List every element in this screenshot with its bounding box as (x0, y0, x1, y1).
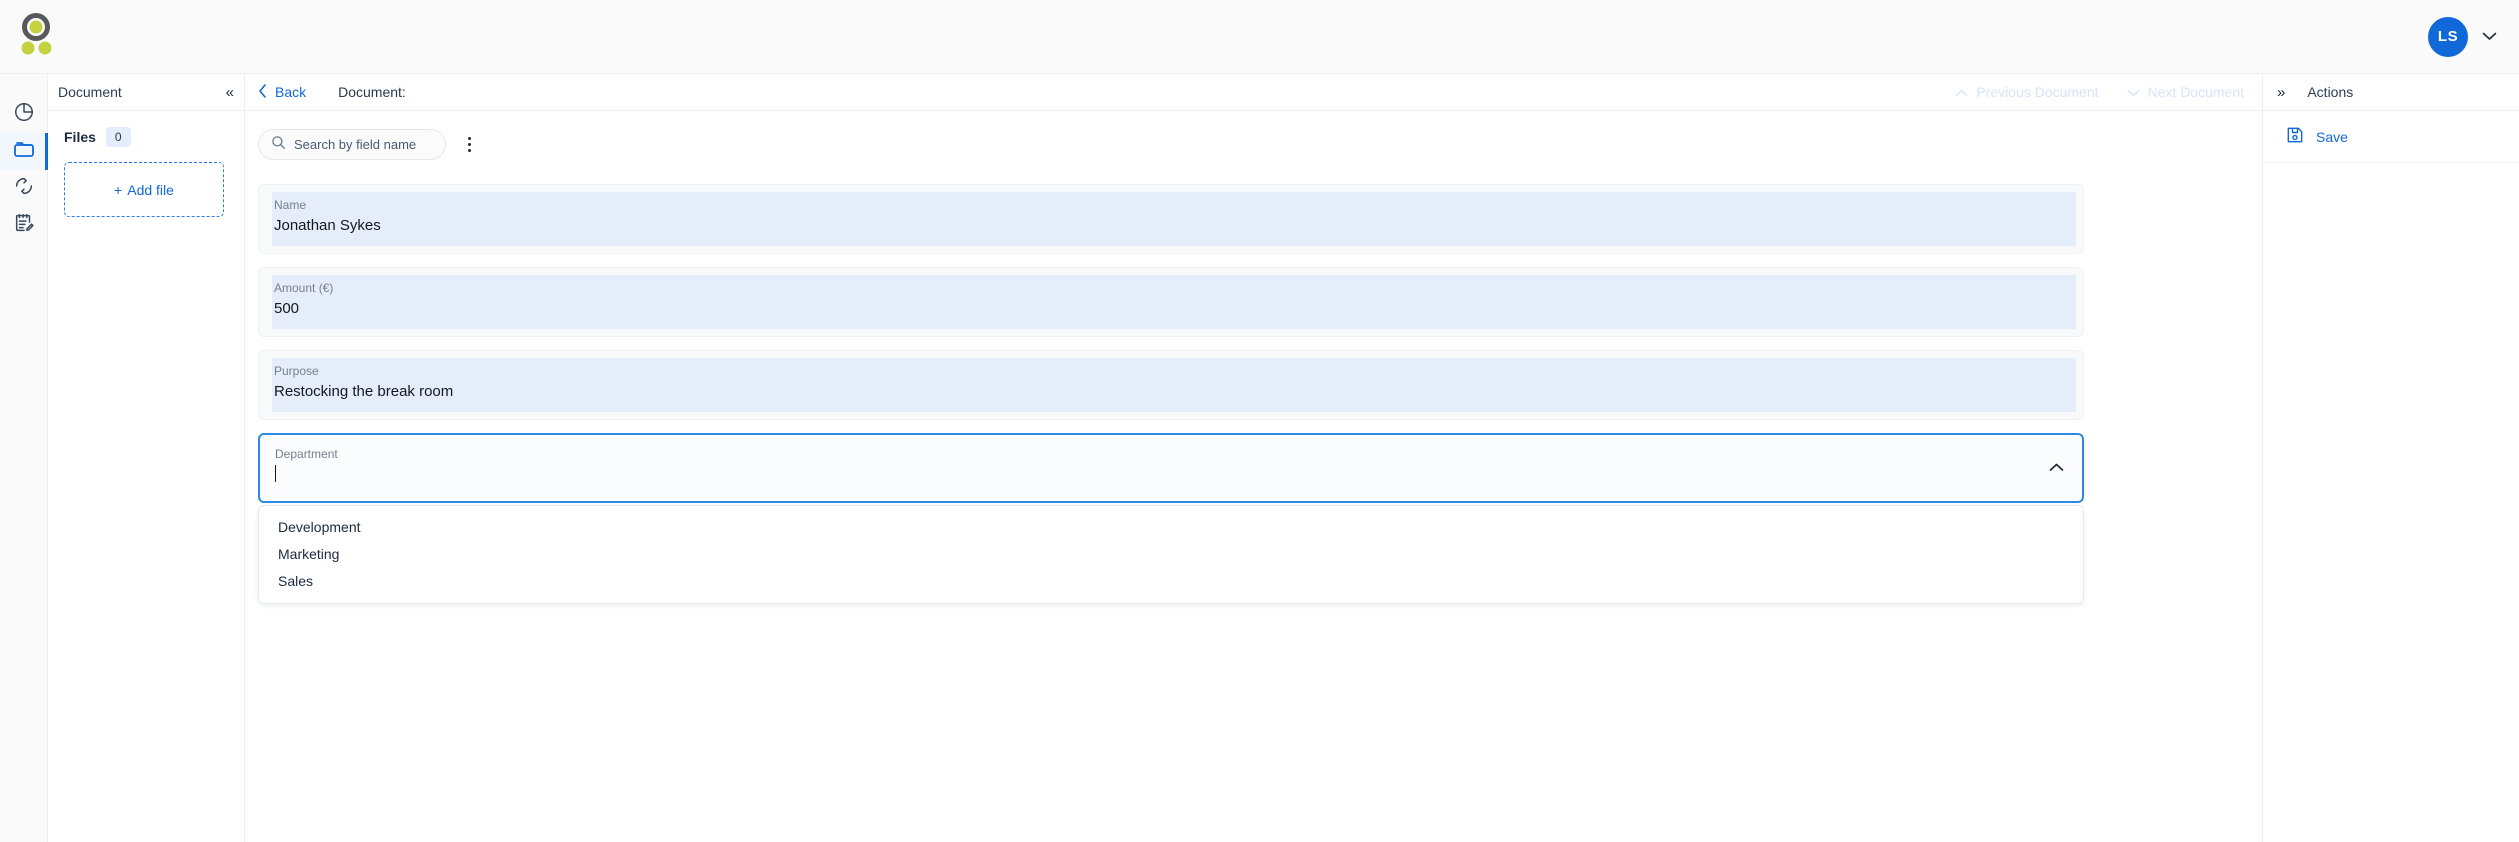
back-button[interactable]: Back (258, 83, 307, 101)
field-toolbar: Search by field name (245, 111, 2262, 160)
dropdown-option-development[interactable]: Development (259, 513, 2083, 540)
actions-panel-title: Actions (2307, 84, 2354, 100)
pie-chart-icon (13, 101, 35, 128)
plus-icon: + (114, 181, 123, 198)
next-document-label: Next Document (2147, 84, 2244, 100)
collapse-panel-icon[interactable]: « (226, 85, 234, 100)
floppy-disk-icon (2285, 125, 2305, 148)
next-document-button[interactable]: Next Document (2126, 84, 2244, 100)
save-button[interactable]: Save (2263, 111, 2519, 163)
field-name[interactable]: Name Jonathan Sykes (258, 184, 2084, 254)
expand-panel-icon[interactable]: » (2277, 85, 2285, 100)
sidebar-item-sync[interactable] (0, 170, 48, 207)
save-label: Save (2316, 128, 2348, 145)
field-value: 500 (274, 300, 300, 317)
field-label: Name (274, 198, 307, 212)
field-highlight: Amount (€) 500 (272, 275, 2076, 329)
icon-rail (0, 74, 48, 842)
dropdown-option-sales[interactable]: Sales (259, 567, 2083, 594)
document-panel-header: Document « (48, 74, 244, 111)
add-file-button[interactable]: + Add file (64, 162, 224, 217)
document-navigation: Previous Document Next Document (1955, 84, 2244, 100)
field-value: Jonathan Sykes (274, 217, 381, 234)
sidebar-item-documents[interactable] (0, 133, 48, 170)
document-panel-title: Document (58, 84, 122, 100)
department-dropdown[interactable]: Development Marketing Sales (258, 505, 2084, 604)
field-highlight: Department (273, 441, 2076, 495)
chevron-down-icon (2126, 84, 2140, 100)
sidebar-item-notes[interactable] (0, 207, 48, 244)
back-label: Back (275, 84, 307, 100)
previous-document-label: Previous Document (1976, 84, 2099, 100)
previous-document-button[interactable]: Previous Document (1955, 84, 2099, 100)
field-highlight: Name Jonathan Sykes (272, 192, 2076, 246)
chevron-down-icon[interactable] (2482, 29, 2497, 44)
search-icon (271, 135, 286, 155)
actions-panel-header: » Actions (2263, 74, 2519, 111)
document-panel: Document « Files 0 + Add file (48, 74, 245, 842)
folder-icon (12, 137, 36, 166)
field-value: Restocking the break room (274, 383, 454, 400)
app-logo[interactable] (14, 10, 70, 64)
more-options-icon[interactable] (458, 132, 480, 158)
dropdown-option-marketing[interactable]: Marketing (259, 540, 2083, 567)
sidebar-item-analytics[interactable] (0, 96, 48, 133)
user-menu[interactable]: LS (2428, 16, 2497, 57)
field-label: Purpose (274, 364, 319, 378)
fields-list: Name Jonathan Sykes Amount (€) 500 Purpo… (245, 160, 2262, 604)
files-section-header: Files 0 (48, 111, 244, 147)
main-header: Back Document: Previous Document Next Do… (245, 74, 2262, 111)
department-input[interactable] (275, 463, 2076, 487)
field-label: Amount (€) (274, 281, 334, 295)
top-bar: LS (0, 0, 2519, 74)
search-input[interactable]: Search by field name (258, 129, 446, 160)
add-file-label: Add file (127, 181, 174, 198)
field-amount[interactable]: Amount (€) 500 (258, 267, 2084, 337)
field-purpose[interactable]: Purpose Restocking the break room (258, 350, 2084, 420)
main-content: Back Document: Previous Document Next Do… (245, 74, 2262, 842)
files-label: Files (64, 129, 96, 145)
text-caret (275, 465, 276, 482)
field-label: Department (275, 447, 338, 461)
field-department[interactable]: Department (258, 433, 2084, 503)
note-edit-icon (13, 212, 35, 239)
rail-spacer (0, 74, 47, 96)
chevron-left-icon (258, 83, 267, 101)
actions-panel: » Actions Save (2262, 74, 2519, 842)
page-title: Document: (338, 84, 406, 100)
chevron-up-icon[interactable] (2049, 459, 2064, 477)
avatar[interactable]: LS (2428, 16, 2468, 57)
files-count-badge: 0 (105, 127, 131, 147)
chevron-up-icon (1955, 84, 1968, 100)
search-placeholder: Search by field name (294, 137, 417, 152)
field-highlight: Purpose Restocking the break room (272, 358, 2076, 412)
refresh-icon (13, 175, 35, 202)
